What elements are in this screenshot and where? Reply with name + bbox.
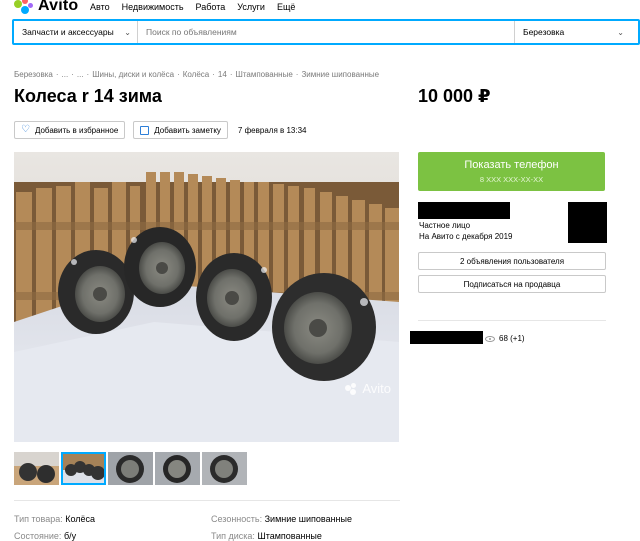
breadcrumb-separator: · — [295, 70, 299, 79]
subscribe-label: Подписаться на продавца — [463, 279, 561, 289]
seller-type: Частное лицо — [419, 221, 471, 230]
breadcrumb-separator: · — [229, 70, 233, 79]
view-count: 68 (+1) — [485, 334, 525, 343]
city-select-value: Березовка — [523, 27, 565, 37]
wheel-3 — [196, 253, 272, 341]
note-icon — [140, 125, 150, 135]
avito-watermark: Avito — [345, 381, 391, 396]
breadcrumb-item[interactable]: 14 — [218, 70, 227, 79]
breadcrumb-item[interactable]: Шины, диски и колёса — [92, 70, 174, 79]
search-bar: Запчасти и аксессуары ⌄ Березовка ⌄ — [12, 19, 640, 45]
wheel-4 — [272, 273, 376, 381]
chevron-down-icon: ⌄ — [124, 28, 131, 37]
user-ads-label: 2 объявления пользователя — [459, 256, 565, 266]
breadcrumb-item[interactable]: ... — [62, 70, 69, 79]
top-nav: Avito Авто Недвижимость Работа Услуги Ещ… — [0, 0, 640, 14]
param-season: Сезонность: Зимние шипованные — [211, 514, 352, 524]
watermark-text: Avito — [362, 381, 391, 396]
add-to-favorites-button[interactable]: ♡ Добавить в избранное — [14, 121, 126, 139]
masked-phone: 8 XXX XXX-XX-XX — [479, 175, 544, 184]
breadcrumb-separator: · — [55, 70, 59, 79]
photo-wheels-in-snow — [14, 152, 399, 442]
seller-avatar-redacted[interactable] — [568, 202, 607, 243]
main-nav: Авто Недвижимость Работа Услуги Ещё — [90, 2, 295, 12]
listing-title: Колеса r 14 зима — [14, 86, 162, 106]
avito-logo[interactable]: Avito — [14, 0, 78, 15]
user-ads-button[interactable]: 2 объявления пользователя — [418, 252, 606, 270]
thumbnail[interactable] — [108, 452, 153, 485]
thumbnail-active[interactable] — [61, 452, 106, 485]
seller-since: На Авито с декабря 2019 — [419, 232, 513, 241]
param-label: Сезонность: — [211, 514, 263, 524]
add-note-label: Добавить заметку — [154, 125, 221, 135]
nav-services[interactable]: Услуги — [237, 2, 265, 12]
breadcrumb-item[interactable]: Зимние шипованные — [301, 70, 379, 79]
breadcrumb-item[interactable]: Березовка — [14, 70, 53, 79]
redacted-seller-name — [418, 202, 510, 219]
show-phone-label: Показать телефон — [464, 159, 559, 171]
listing-actions: ♡ Добавить в избранное Добавить заметку … — [14, 121, 307, 139]
thumbnail[interactable] — [202, 452, 247, 485]
breadcrumb-separator: · — [177, 70, 180, 79]
divider — [14, 500, 400, 501]
add-note-button[interactable]: Добавить заметку — [133, 121, 228, 139]
view-count-value: 68 (+1) — [499, 334, 525, 343]
listing-price: 10 000 ₽ — [418, 86, 491, 106]
nav-more[interactable]: Ещё — [277, 2, 295, 12]
listing-date: 7 февраля в 13:34 — [237, 125, 307, 135]
breadcrumb-separator: · — [71, 70, 74, 79]
heart-icon: ♡ — [21, 124, 30, 135]
main-photo[interactable]: Avito — [14, 152, 399, 442]
show-phone-button[interactable]: Показать телефон 8 XXX XXX-XX-XX — [418, 152, 605, 191]
chevron-down-icon: ⌄ — [617, 28, 624, 37]
logo-text: Avito — [38, 0, 79, 14]
avito-logo-icon — [14, 0, 34, 14]
param-value: Зимние шипованные — [264, 514, 353, 524]
city-select[interactable]: Березовка ⌄ — [514, 21, 638, 43]
breadcrumb-separator: · — [212, 70, 215, 79]
redacted-item-number — [410, 331, 483, 344]
wheel-1 — [58, 250, 134, 334]
param-label: Тип товара: — [14, 514, 63, 524]
add-to-favorites-label: Добавить в избранное — [34, 125, 119, 135]
subscribe-seller-button[interactable]: Подписаться на продавца — [418, 275, 606, 293]
category-select-value: Запчасти и аксессуары — [22, 27, 114, 37]
breadcrumb-separator: · — [86, 70, 90, 79]
breadcrumb-item[interactable]: Колёса — [183, 70, 210, 79]
breadcrumb-item[interactable]: ... — [77, 70, 84, 79]
avito-logo-icon — [345, 382, 359, 395]
nav-auto[interactable]: Авто — [90, 2, 110, 12]
search-input[interactable] — [138, 21, 514, 43]
divider — [418, 320, 606, 321]
eye-icon — [485, 335, 495, 342]
category-select[interactable]: Запчасти и аксессуары ⌄ — [14, 21, 138, 43]
param-type: Тип товара: Колёса — [14, 514, 95, 524]
nav-realty[interactable]: Недвижимость — [122, 2, 184, 12]
photo-thumbnails — [14, 452, 247, 485]
thumbnail[interactable] — [155, 452, 200, 485]
nav-jobs[interactable]: Работа — [196, 2, 226, 12]
breadcrumb: Березовка · ... · ... · Шины, диски и ко… — [14, 70, 379, 79]
breadcrumb-item[interactable]: Штампованные — [235, 70, 292, 79]
param-value: Колёса — [65, 514, 96, 524]
thumbnail[interactable] — [14, 452, 59, 485]
